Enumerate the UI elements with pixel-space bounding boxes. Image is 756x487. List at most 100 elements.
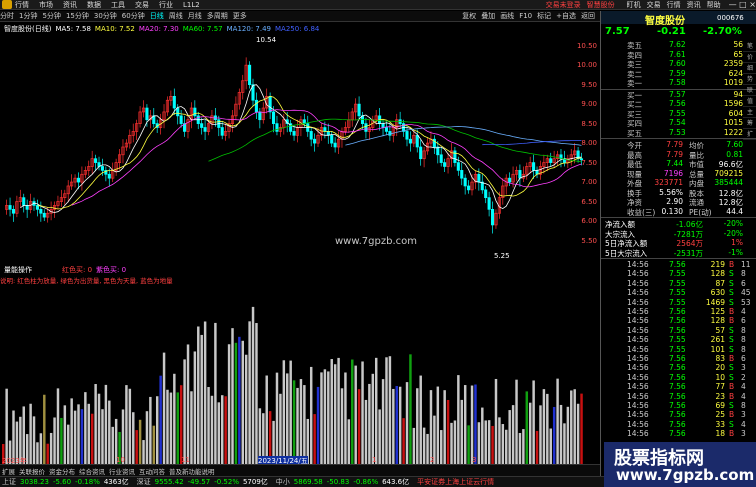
candle-body (330, 134, 334, 144)
period-tab[interactable]: 日线 (150, 11, 164, 21)
tick-side: S (729, 335, 734, 345)
candle-body (333, 142, 337, 148)
stat-value: 2.90 (666, 197, 683, 206)
volume-chart[interactable] (0, 284, 592, 474)
tick-price: 7.56 (669, 429, 686, 439)
extension-tabs: 扩展 关联报价 资金分布 综合资讯 行业资讯 互动问答 普及新功能说明 (0, 465, 600, 476)
tick-side: B (729, 382, 735, 392)
chart-tool-button[interactable]: 返回 (581, 11, 595, 21)
stat-value: 323771 (654, 178, 683, 187)
sz-index-label[interactable]: 深证 (137, 477, 151, 487)
right-menu: 盯机 交易 行情 资讯 帮助 (621, 0, 721, 10)
date-tick-label: 2 (430, 456, 435, 464)
right-menu-item[interactable]: 资讯 (687, 0, 701, 10)
window-controls-icon[interactable]: — □ × (729, 0, 756, 9)
tick-side: S (729, 325, 734, 335)
sh-index-label[interactable]: 上证 (2, 477, 16, 487)
period-tab[interactable]: 5分钟 (42, 11, 60, 21)
menu-item[interactable]: 行情 (15, 0, 29, 10)
period-tab[interactable]: 更多 (233, 11, 247, 21)
extension-tab[interactable]: 扩展 (2, 466, 15, 476)
login-status[interactable]: 交易未登录 (546, 0, 581, 10)
side-tab[interactable]: 主 (743, 107, 756, 118)
candlestick-chart[interactable]: 10.54 5.25 (0, 34, 592, 260)
menu-item[interactable]: 工具 (111, 0, 125, 10)
tick-volume: 10 (715, 372, 725, 382)
menu-item[interactable]: 数据 (87, 0, 101, 10)
menu-item[interactable]: 交易 (135, 0, 149, 10)
volume-bar (166, 389, 169, 464)
chart-tool-button[interactable]: 画线 (500, 11, 514, 21)
chart-tool-button[interactable]: 复权 (462, 11, 476, 21)
candle-body (145, 107, 149, 121)
tick-price: 7.55 (669, 344, 686, 354)
side-tab[interactable]: 价 (743, 52, 756, 63)
tick-side: S (729, 419, 734, 429)
tick-row: 14:56 7.56 69 S 8 (601, 401, 756, 410)
stock-shortcut[interactable]: 智慧股份 (587, 0, 615, 10)
chart-tool-button[interactable]: 叠加 (481, 11, 495, 21)
volume-bar (357, 389, 361, 464)
date-tick-label: 1 (372, 456, 377, 464)
right-menu-item[interactable]: 盯机 (627, 0, 641, 10)
volume-bar (125, 385, 128, 464)
period-tab[interactable]: 分时 (0, 11, 14, 21)
volume-bar (296, 387, 299, 464)
tick-row: 14:56 7.56 77 B 4 (601, 382, 756, 391)
menu-item[interactable]: 市场 (39, 0, 53, 10)
volume-bar (97, 393, 101, 464)
extension-tab[interactable]: 关联报价 (19, 466, 45, 476)
side-tab[interactable]: 笔 (743, 41, 756, 52)
tick-volume: 57 (715, 325, 725, 335)
chart-tool-button[interactable]: F10 (519, 12, 532, 20)
flow-pct: -1% (728, 247, 743, 257)
extension-tab[interactable]: 综合资讯 (79, 466, 105, 476)
volume-bar (371, 373, 375, 464)
extension-tab[interactable]: 资金分布 (49, 466, 75, 476)
stat-label: 收益(三) (627, 207, 656, 217)
order-level-price: 7.58 (669, 78, 686, 87)
tick-row: 14:56 7.56 57 S 8 (601, 326, 756, 335)
chart-stock-name: 智度股份(日线) (4, 25, 52, 33)
period-tab[interactable]: 月线 (188, 11, 202, 21)
extension-tab[interactable]: 互动问答 (139, 466, 165, 476)
chart-watermark: www.7gpzb.com (335, 236, 417, 247)
side-tab[interactable]: 筹 (743, 118, 756, 129)
zx-index-label[interactable]: 中小 (276, 477, 290, 487)
chart-tool-button[interactable]: +自选 (556, 11, 576, 21)
side-tab[interactable]: 扩 (743, 129, 756, 140)
period-tab[interactable]: 1分钟 (19, 11, 37, 21)
side-tab[interactable]: 联 (743, 85, 756, 96)
tick-time: 14:56 (627, 288, 649, 298)
period-tab[interactable]: 周线 (169, 11, 183, 21)
period-tab[interactable]: 60分钟 (122, 11, 145, 21)
period-tab[interactable]: 30分钟 (94, 11, 117, 21)
tick-row: 14:56 7.55 128 S 8 (601, 269, 756, 278)
volume-bar (234, 342, 238, 464)
menu-item[interactable]: 资讯 (63, 0, 77, 10)
volume-bar (108, 400, 111, 464)
side-tab[interactable]: 值 (743, 96, 756, 107)
tick-price: 7.56 (669, 372, 686, 382)
ma250-label: MA250: 6.84 (275, 25, 320, 33)
side-tab[interactable]: 势 (743, 74, 756, 85)
tick-price: 7.55 (669, 335, 686, 345)
menu-item[interactable]: L1L2 (183, 1, 200, 9)
tick-time: 14:56 (627, 307, 649, 316)
right-menu-item[interactable]: 行情 (667, 0, 681, 10)
volume-bar (381, 379, 385, 464)
tick-price: 7.55 (669, 288, 686, 298)
candle-body (176, 107, 180, 117)
period-tab[interactable]: 多周期 (207, 11, 228, 21)
buy-level: 买五 7.53 1222 (601, 128, 756, 138)
chart-tool-button[interactable]: 标记 (537, 11, 551, 21)
volume-bar (251, 306, 255, 464)
period-tab[interactable]: 15分钟 (66, 11, 89, 21)
menu-item[interactable]: 行业 (159, 0, 173, 10)
right-menu-item[interactable]: 交易 (647, 0, 661, 10)
candle-body (94, 158, 98, 163)
extension-tab[interactable]: 行业资讯 (109, 466, 135, 476)
extension-tab[interactable]: 普及新功能说明 (169, 466, 215, 476)
right-menu-item[interactable]: 帮助 (707, 0, 721, 10)
side-tab[interactable]: 细 (743, 63, 756, 74)
